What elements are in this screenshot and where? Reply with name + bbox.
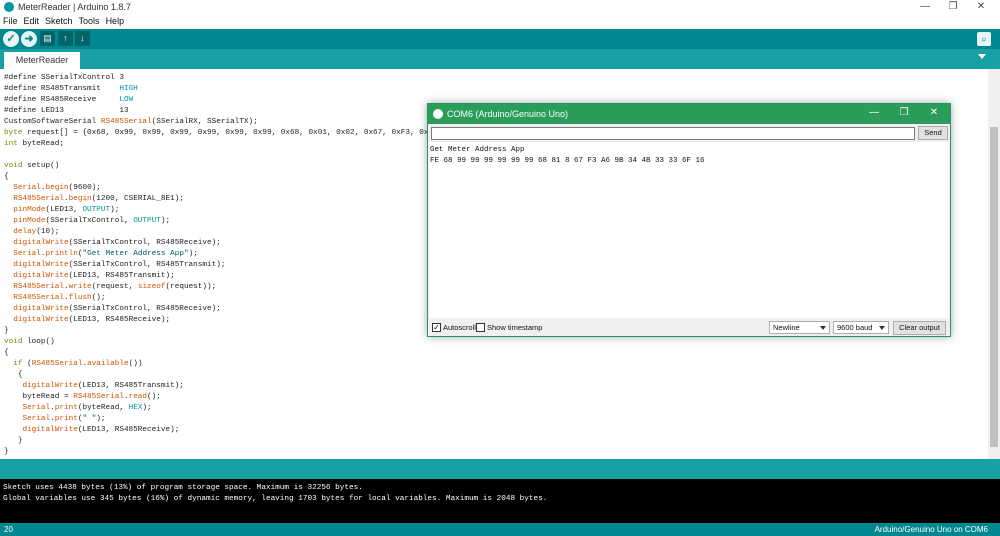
- serial-close-button[interactable]: ✕: [924, 107, 944, 118]
- send-button[interactable]: Send: [918, 126, 948, 140]
- serial-output-line: FE 68 99 99 99 99 99 99 68 81 8 67 F3 A6…: [430, 157, 705, 165]
- menu-edit[interactable]: Edit: [24, 16, 40, 26]
- serial-monitor-window: COM6 (Arduino/Genuino Uno) — ❐ ✕ Send Ge…: [427, 103, 951, 337]
- menu-file[interactable]: File: [3, 16, 18, 26]
- serial-send-input[interactable]: [431, 127, 915, 140]
- serial-output: Get Meter Address App FE 68 99 99 99 99 …: [429, 142, 949, 318]
- line-ending-value: Newline: [773, 323, 800, 332]
- code-line: }: [4, 437, 23, 445]
- new-sketch-button[interactable]: ▤: [40, 31, 55, 46]
- tab-meterreader[interactable]: MeterReader: [4, 52, 80, 69]
- code-line: digitalWrite(LED13, RS485Receive);: [22, 426, 180, 434]
- code-line: void loop(): [4, 338, 55, 346]
- code-line: digitalWrite(LED13, RS485Transmit);: [22, 382, 184, 390]
- autoscroll-checkbox[interactable]: ✓: [432, 323, 441, 332]
- chevron-down-icon: [820, 326, 826, 330]
- serial-monitor-icon[interactable]: ⌕: [977, 32, 991, 46]
- serial-monitor-titlebar: COM6 (Arduino/Genuino Uno) — ❐ ✕: [428, 104, 950, 124]
- maximize-button[interactable]: ❐: [943, 1, 963, 12]
- code-line: {: [4, 371, 23, 379]
- serial-monitor-title: COM6 (Arduino/Genuino Uno): [447, 109, 569, 119]
- code-line: }: [4, 448, 9, 456]
- code-line: byteRead = RS485Serial.read();: [4, 393, 161, 401]
- line-number: 20: [4, 525, 13, 534]
- toolbar: ✓ ➜ ▤ ↑ ↓: [0, 29, 1000, 49]
- code-line: #define RS485Transmit HIGH: [4, 85, 138, 93]
- baud-rate-value: 9600 baud: [837, 323, 873, 332]
- timestamp-label: Show timestamp: [487, 323, 543, 332]
- code-line: Serial.print(" ");: [22, 415, 106, 423]
- autoscroll-label: Autoscroll: [443, 323, 476, 332]
- code-line: Serial.print(byteRead, HEX);: [22, 404, 152, 412]
- menu-help[interactable]: Help: [106, 16, 125, 26]
- serial-maximize-button[interactable]: ❐: [894, 107, 914, 118]
- clear-output-button[interactable]: Clear output: [893, 321, 946, 335]
- code-line: {: [4, 349, 9, 357]
- timestamp-checkbox[interactable]: [476, 323, 485, 332]
- tab-strip: MeterReader: [0, 49, 1000, 69]
- output-console: Sketch uses 4438 bytes (13%) of program …: [0, 479, 1000, 523]
- upload-button[interactable]: ➜: [21, 31, 37, 47]
- save-sketch-button[interactable]: ↓: [75, 31, 90, 46]
- console-line: Global variables use 345 bytes (16%) of …: [3, 495, 548, 503]
- close-button[interactable]: ✕: [971, 1, 991, 12]
- menu-sketch[interactable]: Sketch: [45, 16, 73, 26]
- line-ending-select[interactable]: Newline: [769, 321, 830, 334]
- verify-button[interactable]: ✓: [3, 31, 19, 47]
- console-line: Sketch uses 4438 bytes (13%) of program …: [3, 484, 363, 492]
- window-title: MeterReader | Arduino 1.8.7: [18, 2, 131, 12]
- serial-output-line: Get Meter Address App: [430, 146, 525, 154]
- open-sketch-button[interactable]: ↑: [58, 31, 73, 46]
- editor-console-divider[interactable]: [0, 459, 1000, 479]
- arduino-logo-icon: [433, 109, 443, 119]
- window-titlebar: MeterReader | Arduino 1.8.7 — ❐ ✕: [0, 0, 1000, 15]
- code-line: #define SSerialTxControl 3: [4, 74, 124, 82]
- editor-scroll-thumb[interactable]: [990, 127, 998, 447]
- serial-footer: ✓ Autoscroll Show timestamp Newline 9600…: [428, 318, 950, 337]
- menu-bar: File Edit Sketch Tools Help: [0, 15, 1000, 29]
- serial-minimize-button[interactable]: —: [864, 107, 884, 118]
- code-line: if (RS485Serial.available()): [13, 360, 143, 368]
- baud-rate-select[interactable]: 9600 baud: [833, 321, 889, 334]
- menu-tools[interactable]: Tools: [79, 16, 100, 26]
- minimize-button[interactable]: —: [915, 1, 935, 12]
- arduino-logo-icon: [4, 2, 14, 12]
- status-bar: 20 Arduino/Genuino Uno on COM6: [0, 523, 1000, 536]
- chevron-down-icon: [879, 326, 885, 330]
- board-port-label: Arduino/Genuino Uno on COM6: [874, 525, 988, 534]
- editor-scrollbar[interactable]: [988, 69, 1000, 459]
- tab-menu-chevron-down-icon[interactable]: [978, 54, 986, 59]
